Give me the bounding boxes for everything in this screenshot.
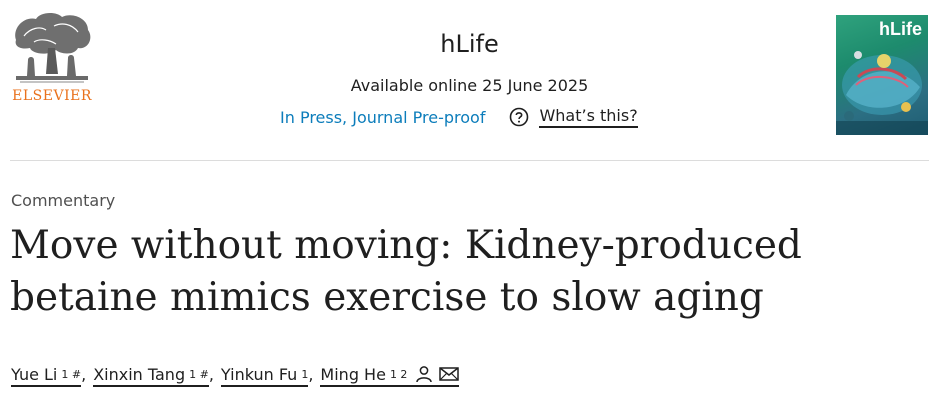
article-type: Commentary: [11, 191, 116, 210]
author-link-corresponding[interactable]: Ming He 1 2: [320, 362, 460, 387]
author-affiliation: 1 #: [61, 368, 82, 381]
article-title-line-2: betaine mimics exercise to slow aging: [10, 275, 764, 320]
person-icon: [416, 366, 433, 383]
journal-cover-image[interactable]: hLife: [836, 15, 928, 135]
cover-footer-strip: [836, 121, 928, 135]
contact-icons: [415, 365, 460, 383]
journal-title[interactable]: hLife: [0, 30, 939, 58]
availability-date: Available online 25 June 2025: [350, 76, 589, 95]
article-title: Move without moving: Kidney-produced bet…: [10, 220, 910, 324]
author-name: Yinkun Fu: [220, 365, 298, 384]
author-link[interactable]: Yinkun Fu 1: [220, 365, 309, 387]
author-list: Yue Li 1 # , Xinxin Tang 1 # , Yinkun Fu…: [11, 362, 460, 387]
header-divider: [10, 160, 929, 161]
article-status-row: In Press, Journal Pre-proof What’s this?: [280, 104, 638, 130]
author-separator: ,: [81, 365, 87, 384]
author-affiliation: 1: [301, 368, 309, 381]
author-separator: ,: [308, 365, 314, 384]
author-affiliation: 1 2: [389, 368, 408, 381]
author-separator: ,: [208, 365, 214, 384]
author-link[interactable]: Yue Li 1 #: [11, 365, 82, 387]
envelope-icon: [439, 367, 460, 381]
article-status-link[interactable]: In Press, Journal Pre-proof: [280, 108, 485, 127]
author-affiliation: 1 #: [189, 368, 209, 381]
whats-this-link[interactable]: What’s this?: [539, 106, 638, 128]
author-name: Yue Li: [11, 365, 58, 384]
cover-journal-title: hLife: [879, 19, 922, 39]
author-link[interactable]: Xinxin Tang 1 #: [93, 365, 209, 387]
article-title-line-1: Move without moving: Kidney-produced: [10, 223, 802, 268]
journal-title-link[interactable]: hLife: [440, 30, 498, 58]
question-circle-icon[interactable]: [509, 107, 529, 127]
author-name: Ming He: [320, 365, 386, 384]
author-name: Xinxin Tang: [93, 365, 186, 384]
